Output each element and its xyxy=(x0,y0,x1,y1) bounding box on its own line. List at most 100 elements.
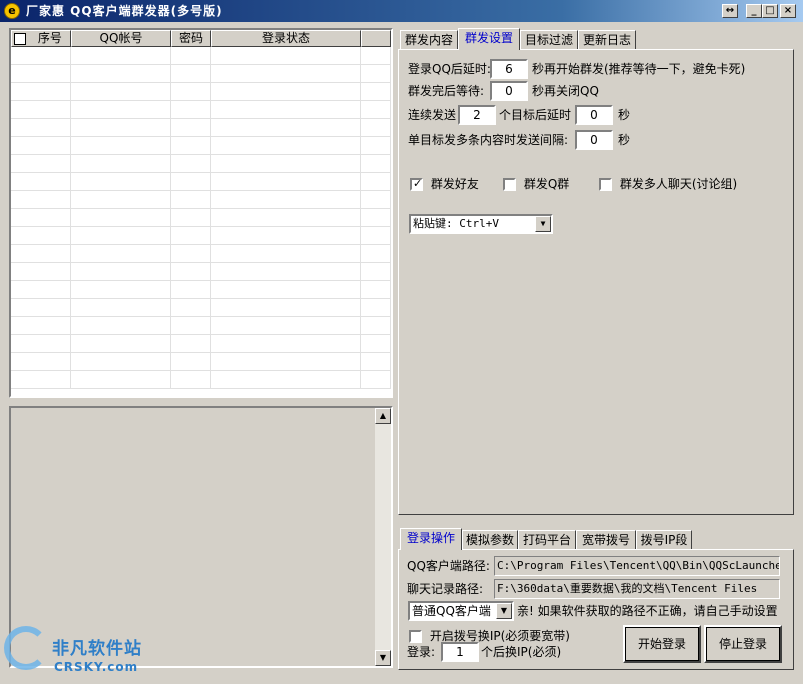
table-cell xyxy=(171,227,211,245)
table-row[interactable] xyxy=(11,101,391,119)
close-button[interactable]: × xyxy=(780,4,796,18)
table-row[interactable] xyxy=(11,281,391,299)
send-multi-checkbox[interactable] xyxy=(599,178,612,191)
table-cell xyxy=(171,317,211,335)
table-row[interactable] xyxy=(11,83,391,101)
grid-header-index[interactable]: 序号 xyxy=(11,30,71,47)
tab-update-log[interactable]: 更新日志 xyxy=(578,30,636,50)
table-cell xyxy=(71,191,171,209)
table-row[interactable] xyxy=(11,227,391,245)
table-cell xyxy=(71,263,171,281)
column-header-label: 序号 xyxy=(37,31,62,45)
table-cell xyxy=(71,65,171,83)
after-send-input[interactable]: 0 xyxy=(490,81,528,101)
table-row[interactable] xyxy=(11,155,391,173)
consecutive-count-input[interactable]: 2 xyxy=(458,105,496,125)
send-groups-checkbox[interactable] xyxy=(503,178,516,191)
table-cell xyxy=(211,227,361,245)
restore-icon[interactable]: ↔ xyxy=(722,4,738,18)
table-cell xyxy=(361,335,391,353)
paste-key-select[interactable]: 粘贴键: Ctrl+V ▼ xyxy=(409,214,553,234)
send-groups-option[interactable]: 群发Q群 xyxy=(503,175,569,193)
chevron-down-icon[interactable]: ▼ xyxy=(496,603,512,619)
table-cell xyxy=(171,191,211,209)
dial-ip-label: 开启拨号换IP(必须要宽带) xyxy=(429,629,570,643)
watermark-text-cn: 非凡软件站 xyxy=(52,639,142,659)
table-cell xyxy=(11,173,71,191)
table-row[interactable] xyxy=(11,371,391,389)
send-friends-checkbox[interactable]: ✓ xyxy=(410,177,423,191)
table-cell xyxy=(361,281,391,299)
table-cell xyxy=(361,371,391,389)
consecutive-delay-input[interactable]: 0 xyxy=(575,105,613,125)
table-cell xyxy=(71,353,171,371)
account-grid[interactable]: 序号 QQ帐号 密码 登录状态 xyxy=(9,28,393,398)
table-row[interactable] xyxy=(11,335,391,353)
table-cell xyxy=(361,173,391,191)
table-cell xyxy=(211,155,361,173)
interval-input[interactable]: 0 xyxy=(575,130,613,150)
tab-target-filter[interactable]: 目标过滤 xyxy=(520,30,578,50)
scroll-down-icon[interactable]: ▼ xyxy=(375,650,391,666)
login-count-input[interactable]: 1 xyxy=(441,642,479,662)
table-row[interactable] xyxy=(11,353,391,371)
table-row[interactable] xyxy=(11,245,391,263)
grid-body[interactable] xyxy=(11,47,391,396)
maximize-button[interactable]: □ xyxy=(762,4,778,18)
table-row[interactable] xyxy=(11,173,391,191)
table-cell xyxy=(361,155,391,173)
client-type-select[interactable]: 普通QQ客户端 ▼ xyxy=(408,601,514,621)
table-cell xyxy=(11,299,71,317)
table-cell xyxy=(171,137,211,155)
tab-dial-ip-range[interactable]: 拨号IP段 xyxy=(636,530,692,550)
table-row[interactable] xyxy=(11,209,391,227)
table-cell xyxy=(11,101,71,119)
tab-simulate-params[interactable]: 模拟参数 xyxy=(462,530,518,550)
stop-login-button[interactable]: 停止登录 xyxy=(704,625,782,663)
table-cell xyxy=(171,47,211,65)
table-cell xyxy=(71,83,171,101)
table-cell xyxy=(71,227,171,245)
table-cell xyxy=(361,137,391,155)
table-cell xyxy=(11,263,71,281)
select-all-checkbox[interactable] xyxy=(14,32,26,45)
send-friends-option[interactable]: ✓ 群发好友 xyxy=(410,175,479,193)
send-multi-option[interactable]: 群发多人聊天(讨论组) xyxy=(599,175,737,193)
table-row[interactable] xyxy=(11,119,391,137)
minimize-button[interactable]: _ xyxy=(746,4,762,18)
table-row[interactable] xyxy=(11,47,391,65)
table-cell xyxy=(361,227,391,245)
client-path-field[interactable]: C:\Program Files\Tencent\QQ\Bin\QQScLaun… xyxy=(494,556,780,576)
chevron-down-icon[interactable]: ▼ xyxy=(535,216,551,232)
table-cell xyxy=(171,119,211,137)
grid-header-account[interactable]: QQ帐号 xyxy=(71,30,171,47)
table-row[interactable] xyxy=(11,137,391,155)
table-cell xyxy=(171,371,211,389)
send-friends-label: 群发好友 xyxy=(430,177,479,191)
start-login-button[interactable]: 开始登录 xyxy=(623,625,701,663)
tab-broadband-dial[interactable]: 宽带拨号 xyxy=(576,530,636,550)
chat-path-field[interactable]: F:\360data\重要数据\我的文档\Tencent Files xyxy=(494,579,780,599)
client-type-value: 普通QQ客户端 xyxy=(412,604,491,618)
table-row[interactable] xyxy=(11,191,391,209)
table-cell xyxy=(11,155,71,173)
table-cell xyxy=(361,263,391,281)
grid-header-password[interactable]: 密码 xyxy=(171,30,211,47)
table-cell xyxy=(11,335,71,353)
tab-send-content[interactable]: 群发内容 xyxy=(400,30,458,50)
tab-login-ops[interactable]: 登录操作 xyxy=(400,528,462,550)
table-row[interactable] xyxy=(11,317,391,335)
tab-captcha-platform[interactable]: 打码平台 xyxy=(518,530,576,550)
grid-header-status[interactable]: 登录状态 xyxy=(211,30,361,47)
dial-ip-checkbox[interactable] xyxy=(409,630,422,643)
scroll-up-icon[interactable]: ▲ xyxy=(375,408,391,424)
login-delay-input[interactable]: 6 xyxy=(490,59,528,79)
table-row[interactable] xyxy=(11,65,391,83)
table-row[interactable] xyxy=(11,263,391,281)
table-cell xyxy=(171,353,211,371)
table-cell xyxy=(211,47,361,65)
tab-send-settings[interactable]: 群发设置 xyxy=(458,28,520,50)
login-delay-suffix: 秒再开始群发(推荐等待一下，避免卡死) xyxy=(532,62,746,76)
log-scrollbar[interactable]: ▲ ▼ xyxy=(375,408,391,666)
table-row[interactable] xyxy=(11,299,391,317)
